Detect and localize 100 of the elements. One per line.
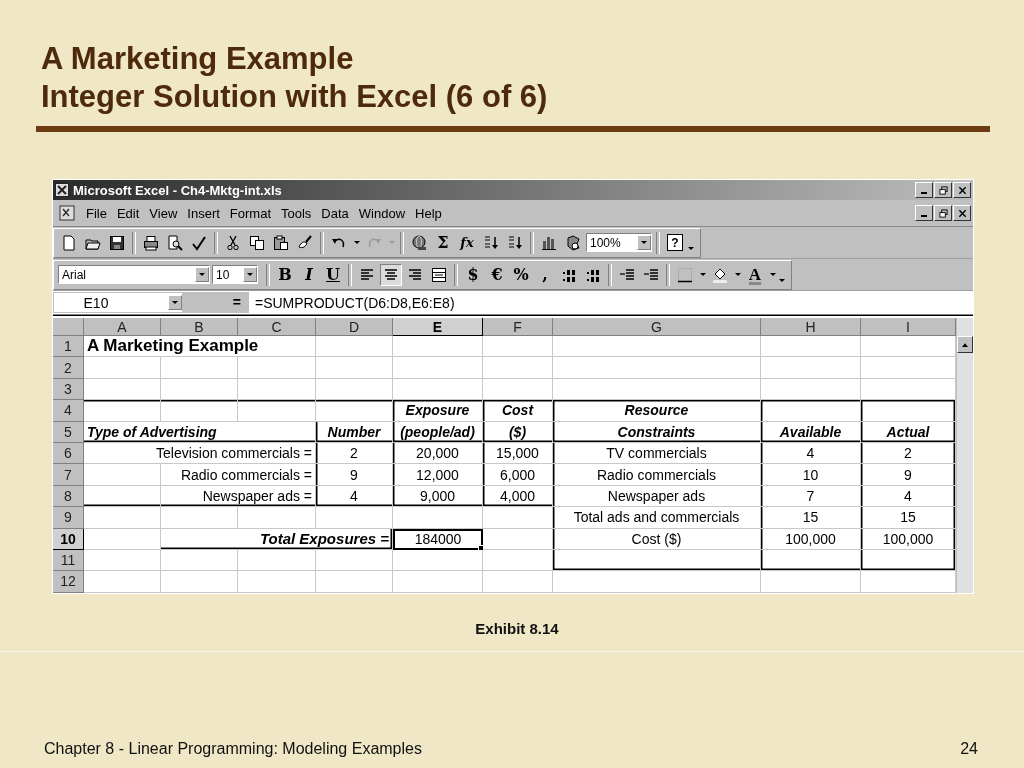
sheet-cell[interactable]: Cost ($) [553,528,761,550]
minimize-button[interactable] [915,205,933,221]
sheet-cell[interactable] [161,357,238,379]
sheet-cell[interactable]: Total Exposures = [161,528,393,550]
format-button[interactable]: , [534,263,556,286]
sheet-cell[interactable] [761,336,861,358]
sheet-cell[interactable] [861,549,956,572]
edit-formula-button[interactable]: = [183,292,249,313]
sheet-cell[interactable] [238,400,316,422]
column-header[interactable]: D [316,318,393,336]
sum-button[interactable]: Σ [432,231,454,254]
menu-item[interactable]: Window [353,205,411,221]
sheet-cell[interactable] [761,357,861,379]
sheet-cell[interactable] [316,549,393,572]
menu-item[interactable]: View [144,205,183,221]
zoom-field[interactable]: 100% [586,233,652,252]
sheet-cell[interactable] [161,400,238,422]
sheet-cell[interactable]: Total ads and commercials [553,507,761,529]
column-header[interactable]: I [861,318,956,336]
sheet-cell[interactable] [84,378,161,401]
format-button[interactable]: $ [462,263,484,286]
menu-item[interactable]: Help [410,205,447,221]
sheet-cell[interactable] [84,464,161,486]
row-header[interactable]: 4 [53,400,84,422]
vertical-scrollbar[interactable] [956,318,973,593]
sheet-cell[interactable]: Newspaper ads [553,485,761,508]
sheet-cell[interactable] [483,378,553,401]
column-header[interactable]: F [483,318,553,336]
bold-button[interactable]: B [274,263,296,286]
sheet-cell[interactable] [316,378,393,401]
sheet-cell[interactable]: 6,000 [483,464,553,486]
sheet-cell[interactable] [483,507,553,529]
sheet-cell[interactable] [393,378,483,401]
sheet-cell[interactable] [483,357,553,379]
sheet-cell[interactable] [316,507,393,529]
sheet-cell[interactable]: Radio commercials [553,464,761,486]
sheet-cell[interactable]: Cost [483,400,553,422]
sheet-cell[interactable]: 15 [761,507,861,529]
formula-field[interactable]: =SUMPRODUCT(D6:D8,E6:E8) [249,294,455,311]
sheet-cell[interactable]: Radio commercials = [161,464,316,486]
sheet-cell[interactable] [861,400,956,422]
format-button[interactable]: % [510,263,532,286]
column-header[interactable]: C [238,318,316,336]
sheet-cell[interactable]: A Marketing Example [84,336,316,358]
scroll-up-button[interactable] [957,336,973,353]
sheet-cell[interactable] [393,357,483,379]
name-box[interactable]: E10 [53,292,183,313]
font-color-button[interactable]: A [744,263,766,286]
sheet-cell[interactable]: Television commercials = [84,442,316,465]
sheet-cell[interactable]: Exposure [393,400,483,422]
restore-button[interactable] [934,182,952,198]
row-header[interactable]: 12 [53,571,84,593]
align-center-button[interactable] [380,263,402,286]
sheet-cell[interactable] [161,549,238,572]
sheet-cell[interactable] [553,549,761,572]
row-header[interactable]: 1 [53,336,84,358]
sheet-cell[interactable]: 10 [761,464,861,486]
sheet-cell[interactable]: 4,000 [483,485,553,508]
italic-button[interactable]: I [298,263,320,286]
sheet-cell[interactable] [84,571,161,593]
sheet-cell[interactable]: 12,000 [393,464,483,486]
sheet-cell[interactable] [761,549,861,572]
menu-item[interactable]: File [81,205,112,221]
sheet-cell[interactable] [553,357,761,379]
row-header[interactable]: 8 [53,485,84,508]
sheet-cell[interactable]: Newspaper ads = [161,485,316,508]
sheet-cell[interactable]: 20,000 [393,442,483,465]
sheet-cell[interactable]: Number [316,421,393,443]
sheet-cell[interactable]: Resource [553,400,761,422]
sheet-cell[interactable] [84,357,161,379]
menu-item[interactable]: Data [316,205,354,221]
sheet-cell[interactable] [238,357,316,379]
sheet-cell[interactable] [553,336,761,358]
row-header[interactable]: 5 [53,421,84,443]
row-header[interactable]: 3 [53,378,84,401]
sheet-cell[interactable] [316,571,393,593]
sheet-cell[interactable]: 9 [316,464,393,486]
menu-item[interactable]: Edit [111,205,145,221]
sheet-cell[interactable]: Constraints [553,421,761,443]
sheet-cell[interactable]: 4 [316,485,393,508]
sheet-cell[interactable]: ($) [483,421,553,443]
format-button[interactable]: € [486,263,508,286]
function-button[interactable]: fx [456,231,478,254]
row-header[interactable]: 11 [53,549,84,572]
sheet-cell[interactable]: Available [761,421,861,443]
sheet-cell[interactable]: 9,000 [393,485,483,508]
sheet-cell[interactable] [84,528,161,550]
sheet-cell[interactable]: 4 [761,442,861,465]
column-header[interactable]: E [393,318,483,336]
fill-handle[interactable] [478,544,484,551]
underline-button[interactable]: U [322,263,344,286]
sheet-cell[interactable]: 2 [316,442,393,465]
minimize-button[interactable] [915,182,933,198]
sheet-cell[interactable] [393,336,483,358]
font-size-field[interactable]: 10 [212,265,258,284]
sheet-cell[interactable]: Actual [861,421,956,443]
sheet-cell[interactable] [84,507,161,529]
sheet-cell[interactable] [84,400,161,422]
sheet-cell[interactable] [483,571,553,593]
row-header[interactable]: 7 [53,464,84,486]
